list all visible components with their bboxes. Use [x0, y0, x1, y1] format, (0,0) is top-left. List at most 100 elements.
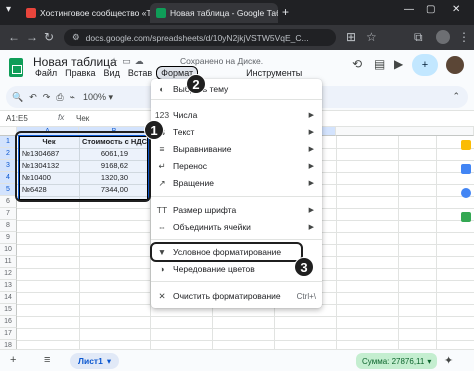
merge-icon: ⇔ — [157, 222, 167, 232]
row-header[interactable]: 9 — [0, 232, 17, 244]
row-header[interactable]: 11 — [0, 256, 17, 268]
share-button[interactable]: + — [412, 54, 438, 76]
add-person-icon: + — [421, 59, 429, 71]
window-close-icon[interactable]: ✕ — [452, 4, 460, 15]
collapse-toolbar-icon[interactable]: ⌃ — [452, 91, 460, 102]
browser-tab-sheets[interactable]: Новая таблица - Google Табли ✕ — [150, 3, 278, 23]
cloud-status-icon[interactable]: ☁ — [135, 56, 148, 66]
row-header[interactable]: 15 — [0, 304, 17, 316]
url-input[interactable]: ⚙ docs.google.com/spreadsheets/d/10yN2jk… — [64, 29, 336, 46]
zoom-value: 100% — [82, 91, 106, 102]
grid-line — [436, 136, 437, 359]
menu-item-label: Числа — [173, 110, 198, 120]
keep-icon[interactable] — [461, 140, 471, 150]
chevron-down-icon: ▾ — [106, 355, 112, 366]
menu-edit[interactable]: Правка — [61, 68, 99, 80]
menu-item-font-size[interactable]: TT Размер шрифта ▶ — [151, 203, 322, 217]
wrap-icon: ↵ — [158, 160, 166, 171]
tab-search-icon[interactable]: ▾ — [6, 4, 11, 15]
all-sheets-icon[interactable]: ≡ — [44, 354, 50, 366]
number-icon: 123 — [154, 110, 170, 120]
menu-item-alignment[interactable]: ≡ Выравнивание ▶ — [151, 142, 322, 156]
menu-separator — [151, 239, 322, 240]
profile-avatar[interactable] — [436, 30, 450, 44]
font-size-icon: TT — [156, 205, 168, 215]
formula-input[interactable]: Чек — [76, 114, 89, 123]
saved-status: Сохранено на Диске. — [180, 56, 264, 66]
bookmark-star-icon[interactable]: ☆ — [366, 30, 377, 44]
undo-icon[interactable]: ↶ — [29, 92, 37, 103]
menu-file[interactable]: Файл — [31, 68, 61, 80]
meet-icon[interactable]: ▶ — [394, 57, 403, 71]
grid-line — [398, 136, 399, 359]
sheets-logo-icon[interactable] — [9, 58, 23, 77]
menu-insert[interactable]: Встав — [124, 68, 156, 80]
site-info-icon[interactable]: ⚙ — [72, 32, 80, 43]
menu-item-merge-cells[interactable]: ⇔ Объединить ячейки ▶ — [151, 220, 322, 234]
browser-menu-icon[interactable]: ⋮ — [458, 30, 470, 44]
contacts-icon[interactable] — [461, 188, 471, 198]
menu-item-label: Выравнивание — [173, 144, 232, 154]
document-title[interactable]: Новая таблица — [33, 55, 117, 69]
menu-item-label: Очистить форматирование — [173, 291, 281, 301]
row-header[interactable]: 14 — [0, 292, 17, 304]
maps-icon[interactable] — [461, 212, 471, 222]
row-header[interactable]: 7 — [0, 208, 17, 220]
tasks-icon[interactable] — [461, 164, 471, 174]
print-icon[interactable]: ⎙ — [56, 92, 63, 103]
menu-item-label: Чередование цветов — [173, 264, 255, 274]
column-header-empty[interactable] — [336, 127, 474, 136]
name-box[interactable]: A1:E5 — [6, 114, 28, 123]
minimize-icon[interactable]: — — [404, 4, 414, 15]
menu-item-label: Перенос — [173, 161, 207, 171]
hosting-favicon-icon — [26, 8, 36, 18]
paint-format-icon[interactable]: ⌁ — [70, 92, 75, 103]
menu-item-theme[interactable]: ◐ Выбрать тему — [151, 82, 322, 96]
menu-item-wrapping[interactable]: ↵ Перенос ▶ — [151, 159, 322, 173]
menu-item-label: Текст — [173, 127, 195, 137]
url-text: docs.google.com/spreadsheets/d/10yN2jkjV… — [85, 32, 309, 43]
extensions-icon[interactable]: ⧉ — [414, 30, 423, 45]
sheet-tab-label: Лист1 — [78, 356, 103, 366]
new-tab-icon[interactable]: + — [282, 5, 289, 19]
step-badge: 1 — [144, 120, 164, 140]
menu-item-label: Вращение — [173, 178, 214, 188]
forward-icon[interactable]: → — [26, 30, 38, 44]
back-icon[interactable]: ← — [8, 30, 20, 44]
menu-item-rotation[interactable]: ↗ Вращение ▶ — [151, 176, 322, 190]
row-header[interactable]: 10 — [0, 244, 17, 256]
browser-tab-hosting[interactable]: Хостинговое сообщество «Ти ✕ — [20, 3, 150, 23]
menu-item-clear-formatting[interactable]: ✕ Очистить форматирование Ctrl+\ — [151, 289, 322, 303]
chevron-right-icon: ▶ — [308, 207, 314, 214]
chevron-right-icon: ▶ — [308, 112, 314, 119]
install-app-icon[interactable]: ⊞ — [346, 30, 356, 44]
history-icon[interactable]: ⟲ — [352, 57, 362, 71]
zoom-select[interactable]: 100% ▾ — [81, 92, 115, 103]
table-highlight-frame — [15, 131, 151, 202]
row-header[interactable]: 16 — [0, 316, 17, 328]
sum-chip[interactable]: Сумма: 27876,11 ▾ — [356, 353, 438, 369]
sheet-tab[interactable]: Лист1 ▾ — [70, 353, 120, 369]
row-header[interactable]: 17 — [0, 328, 17, 340]
conditional-formatting-highlight-frame — [150, 242, 303, 262]
menu-view[interactable]: Вид — [100, 68, 124, 80]
clear-format-icon: ✕ — [158, 290, 166, 301]
redo-icon[interactable]: ↷ — [43, 92, 51, 103]
menu-item-text[interactable]: B Текст ▶ — [151, 125, 322, 139]
row-header[interactable]: 13 — [0, 280, 17, 292]
user-avatar[interactable] — [446, 56, 464, 74]
grid-line — [17, 316, 474, 317]
row-header[interactable]: 8 — [0, 220, 17, 232]
comments-icon[interactable]: ▤ — [374, 57, 385, 71]
explore-icon[interactable]: ✦ — [444, 354, 453, 367]
move-folder-icon[interactable]: ▭ — [122, 56, 135, 66]
reload-icon[interactable]: ↻ — [44, 30, 54, 44]
star-icon[interactable]: ☆ — [110, 56, 122, 66]
row-header[interactable]: 12 — [0, 268, 17, 280]
add-sheet-icon[interactable]: + — [10, 354, 16, 366]
menu-item-numbers[interactable]: 123 Числа ▶ — [151, 108, 322, 122]
search-menus-icon[interactable]: 🔍 — [12, 92, 23, 103]
maximize-icon[interactable]: ▢ — [426, 4, 435, 15]
chevron-right-icon: ▶ — [308, 163, 314, 170]
menu-item-label: Объединить ячейки — [173, 222, 251, 232]
